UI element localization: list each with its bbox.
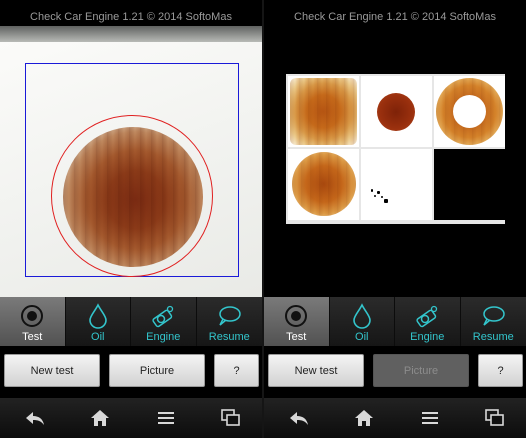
analysis-cell-particles	[361, 149, 432, 220]
analysis-cell-original	[288, 76, 359, 147]
drop-icon	[352, 303, 371, 329]
tab-label: Resume	[208, 331, 250, 343]
analysis-cell-spread	[288, 149, 359, 220]
tab-engine[interactable]: Engine	[131, 297, 197, 346]
camera-edge	[0, 26, 262, 42]
particles	[369, 189, 393, 213]
app-title: Check Car Engine 1.21 © 2014 SoftoMas	[294, 11, 496, 23]
tab-bar: Test Oil Engine Resume	[0, 297, 262, 346]
system-nav-bar	[0, 398, 262, 438]
picture-button: Picture	[373, 354, 469, 387]
engine-icon	[416, 305, 438, 328]
analysis-cell-empty	[434, 149, 505, 220]
action-bar: New test Picture ?	[264, 346, 526, 398]
tab-label: Engine	[146, 331, 181, 343]
target-icon	[285, 305, 308, 327]
tab-bar: Test Oil Engine Resume	[264, 297, 526, 346]
action-bar: New test Picture ?	[0, 346, 262, 398]
tab-test[interactable]: Test	[264, 297, 330, 346]
analysis-cell-core	[361, 76, 432, 147]
oil-spot-sample	[290, 78, 357, 145]
app-title: Check Car Engine 1.21 © 2014 SoftoMas	[30, 11, 232, 23]
menu-icon[interactable]	[155, 408, 177, 428]
new-test-button[interactable]: New test	[4, 354, 100, 387]
tab-label: Resume	[472, 331, 514, 343]
tab-oil[interactable]: Oil	[66, 297, 131, 346]
home-icon[interactable]	[89, 408, 111, 428]
picture-button[interactable]: Picture	[109, 354, 205, 387]
right-screen: Check Car Engine 1.21 © 2014 SoftoMas Te…	[264, 0, 526, 438]
left-screen: Check Car Engine 1.21 © 2014 SoftoMas Te…	[0, 0, 262, 438]
home-icon[interactable]	[353, 408, 375, 428]
tab-oil[interactable]: Oil	[330, 297, 395, 346]
tab-resume[interactable]: Resume	[197, 297, 263, 346]
ring-center	[453, 95, 486, 128]
tab-label: Oil	[91, 331, 105, 343]
menu-icon[interactable]	[419, 408, 441, 428]
engine-icon	[152, 305, 174, 328]
analysis-grid	[286, 74, 505, 224]
camera-preview	[0, 26, 262, 297]
speech-bubble-icon	[219, 306, 241, 326]
tab-test[interactable]: Test	[0, 297, 66, 346]
recent-apps-icon[interactable]	[220, 408, 242, 428]
tab-label: Oil	[355, 331, 369, 343]
help-button[interactable]: ?	[478, 354, 523, 387]
tab-label: Test	[286, 331, 307, 343]
oil-spot-spread	[292, 152, 356, 216]
analysis-cell-ring	[434, 76, 505, 147]
tab-resume[interactable]: Resume	[461, 297, 526, 346]
recent-apps-icon[interactable]	[484, 408, 506, 428]
drop-icon	[88, 303, 107, 329]
tab-engine[interactable]: Engine	[395, 297, 461, 346]
detection-circle	[51, 115, 213, 277]
system-nav-bar	[264, 398, 526, 438]
back-icon[interactable]	[24, 408, 46, 428]
speech-bubble-icon	[483, 306, 505, 326]
oil-spot-core	[377, 93, 415, 131]
tab-label: Engine	[410, 331, 445, 343]
help-button[interactable]: ?	[214, 354, 259, 387]
new-test-button[interactable]: New test	[268, 354, 364, 387]
target-icon	[21, 305, 44, 327]
back-icon[interactable]	[288, 408, 310, 428]
tab-label: Test	[22, 331, 43, 343]
